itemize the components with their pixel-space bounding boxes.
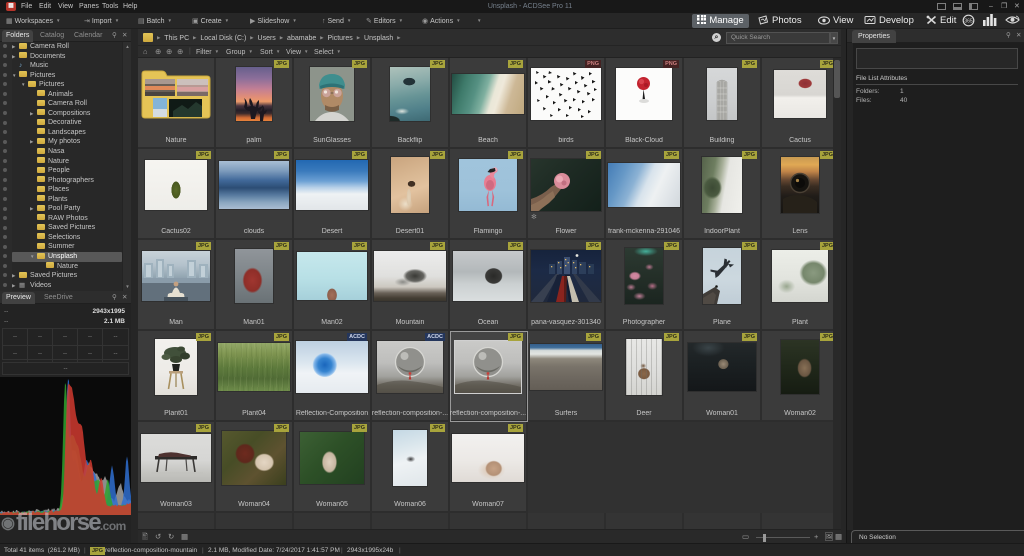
svg-text:365: 365: [964, 19, 973, 25]
